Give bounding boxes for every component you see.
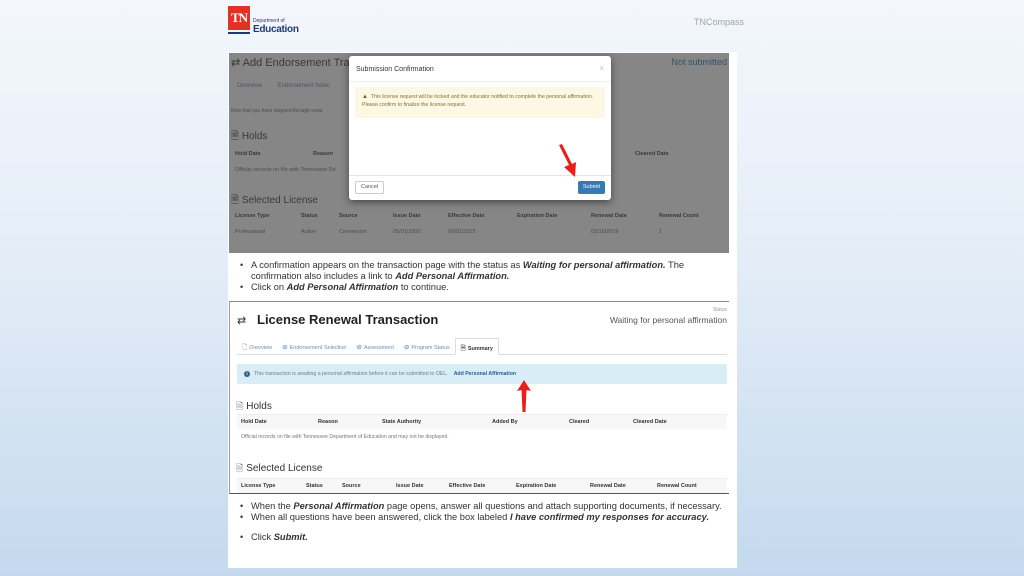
status-label: Status xyxy=(712,307,727,313)
warning-text: This license request will be locked and … xyxy=(362,94,594,108)
column-header: License Type xyxy=(241,483,276,489)
warning-triangle-icon: ▲ xyxy=(362,94,368,100)
document-icon: 🗎 xyxy=(236,401,244,411)
column-header: Status xyxy=(306,483,323,489)
add-personal-affirmation-link[interactable]: Add Personal Affirmation xyxy=(454,371,516,377)
close-icon[interactable]: × xyxy=(599,64,604,73)
info-alert: i This transaction is awaiting a personal… xyxy=(237,364,727,384)
tn-education-logo: TN Department of Education xyxy=(228,6,299,36)
modal-title: Submission Confirmation xyxy=(356,66,434,73)
tab-assessment[interactable]: ⊘ Assessment xyxy=(351,338,398,354)
submission-confirmation-screenshot: ⇄ Add Endorsement Tra Not submitted Over… xyxy=(229,53,729,253)
holds-heading: 🗎 Holds xyxy=(236,401,272,412)
tab-endorsement-selection[interactable]: ⊘ Endorsement Selection xyxy=(277,338,351,354)
column-header: Renewal Count xyxy=(657,483,697,489)
instruction-item: A confirmation appears on the transactio… xyxy=(238,260,728,282)
instruction-item: When the Personal Affirmation page opens… xyxy=(238,501,733,512)
column-header: Cleared Date xyxy=(633,419,667,425)
instruction-item: When all questions have been answered, c… xyxy=(238,512,733,523)
submit-button[interactable]: Submit xyxy=(577,181,605,194)
red-arrow-pointer-icon xyxy=(559,144,576,177)
check-circle-icon: ⊘ xyxy=(356,344,362,351)
info-icon: i xyxy=(244,370,250,377)
document-icon: 🗎 xyxy=(236,463,244,473)
tab-overview[interactable]: 🗋 Overview xyxy=(237,338,277,354)
brand-label: TNCompass xyxy=(693,17,744,27)
column-header: Expiration Date xyxy=(516,483,557,489)
document-icon: 🗋 xyxy=(242,344,248,351)
logo-mark: TN xyxy=(228,6,250,30)
column-header: State Authority xyxy=(382,419,422,425)
tab-summary[interactable]: 🗎 Summary xyxy=(454,338,499,355)
column-header: Added By xyxy=(492,419,518,425)
check-circle-icon: ⊘ xyxy=(403,344,410,351)
check-circle-icon: ⊘ xyxy=(282,344,288,351)
instructions-list-2: When the Personal Affirmation page opens… xyxy=(238,501,733,543)
info-text: This transaction is awaiting a personal … xyxy=(254,371,448,377)
document-icon: 🗎 xyxy=(460,345,466,352)
status-value: Waiting for personal affirmation xyxy=(609,315,727,325)
holds-note: Official records on file with Tennessee … xyxy=(241,434,449,440)
instructions-list-1: A confirmation appears on the transactio… xyxy=(238,260,728,293)
slide-content: ⇄ Add Endorsement Tra Not submitted Over… xyxy=(228,52,737,568)
page-title: License Renewal Transaction xyxy=(257,312,439,327)
instruction-item: Click Submit. xyxy=(238,532,733,543)
column-header: Reason xyxy=(318,419,338,425)
holds-table-header: Hold Date Reason State Authority Added B… xyxy=(237,414,727,429)
cancel-button[interactable]: Cancel xyxy=(355,181,385,194)
column-header: Effective Date xyxy=(449,483,486,489)
column-header: Hold Date xyxy=(241,419,267,425)
column-header: Cleared xyxy=(569,419,590,425)
modal-header-divider xyxy=(349,81,611,82)
red-arrow-pointer-icon xyxy=(517,380,531,412)
selected-license-heading: 🗎 Selected License xyxy=(236,463,323,474)
warning-alert: ▲ This license request will be locked and… xyxy=(355,87,605,118)
transfer-arrows-icon: ⇄ xyxy=(237,315,247,327)
logo-underline xyxy=(228,32,250,34)
column-header: Source xyxy=(342,483,361,489)
column-header: Issue Date xyxy=(396,483,424,489)
license-table-header: License Type Status Source Issue Date Ef… xyxy=(237,478,727,493)
column-header: Renewal Date xyxy=(590,483,626,489)
tab-program-status[interactable]: ⊘ Program Status xyxy=(399,338,455,354)
license-renewal-screenshot: ⇄ License Renewal Transaction Status Wai… xyxy=(229,301,729,494)
transaction-tabs: 🗋 Overview ⊘ Endorsement Selection ⊘ Assess… xyxy=(237,338,727,355)
instruction-item: Click on Add Personal Affirmation to con… xyxy=(238,282,728,293)
logo-line2: Education xyxy=(253,24,299,35)
